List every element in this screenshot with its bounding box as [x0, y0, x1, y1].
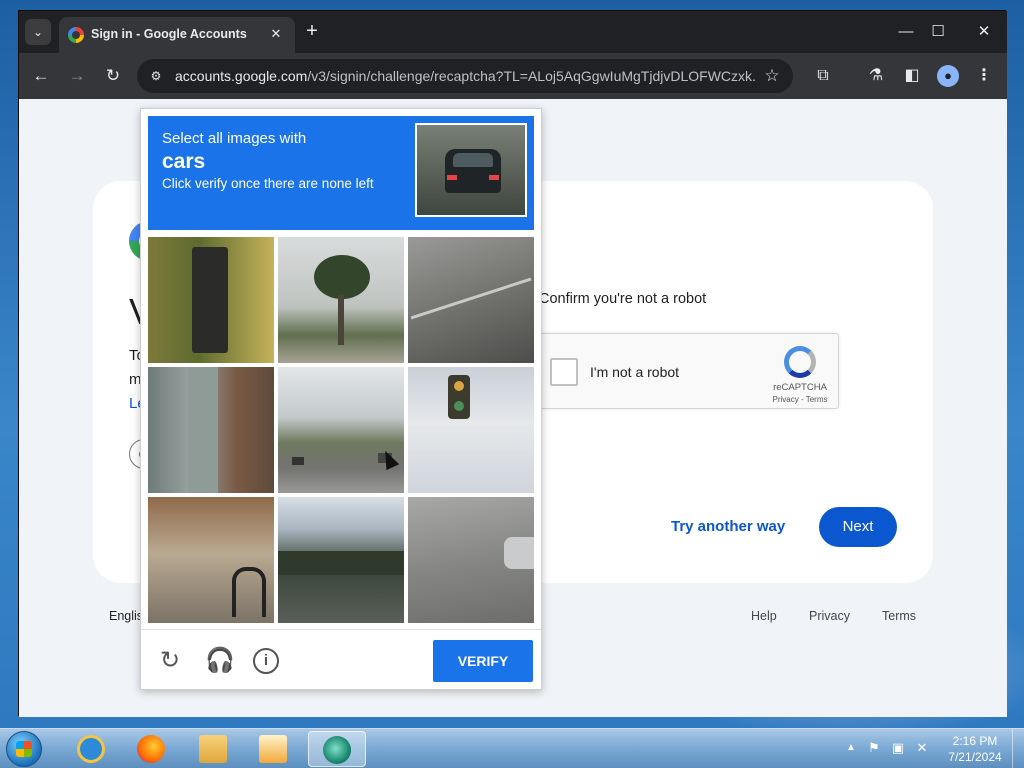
not-robot-label: I'm not a robot [590, 364, 680, 380]
taskbar: ▲ ⚑ ▣ ✕ 2:16 PM 7/21/2024 [0, 728, 1024, 768]
firefox-icon [137, 735, 165, 763]
challenge-tile-6[interactable] [408, 367, 534, 493]
media-player-icon [259, 735, 287, 763]
tile-wire [410, 277, 532, 320]
tile-palm-trunk [338, 295, 344, 345]
footer-privacy-link[interactable]: Privacy [809, 609, 850, 623]
address-bar[interactable]: ⚙ accounts.google.com/v3/signin/challeng… [137, 59, 793, 93]
tile-palm-tree [314, 255, 370, 299]
tile-distant-car [292, 457, 304, 465]
challenge-sample-image [415, 123, 527, 217]
challenge-instruction: Select all images with [162, 130, 307, 147]
minimize-button[interactable]: — [891, 19, 921, 45]
action-center-flag-icon[interactable]: ⚑ [866, 740, 882, 756]
url-text[interactable]: accounts.google.com/v3/signin/challenge/… [175, 68, 755, 84]
url-path: /v3/signin/challenge/recaptcha?TL=ALoj5A… [307, 68, 755, 84]
taskbar-file-explorer[interactable] [186, 731, 240, 767]
sample-car-window [453, 153, 493, 167]
clock-time[interactable]: 2:16 PM [948, 734, 1002, 748]
traffic-bulb [454, 401, 464, 411]
taskbar-active-app[interactable] [308, 731, 366, 767]
tile-bike-rack [232, 567, 266, 617]
browser-toolbar: ← → ↻ ⚙ accounts.google.com/v3/signin/ch… [19, 53, 1007, 99]
tile-car-partial [504, 537, 534, 569]
internet-explorer-icon [77, 735, 105, 763]
url-host: accounts.google.com [175, 68, 308, 84]
bookmark-star-icon[interactable]: ☆ [761, 65, 783, 87]
recaptcha-privacy-terms[interactable]: Privacy - Terms [758, 395, 842, 404]
try-another-way-link[interactable]: Try another way [671, 518, 785, 535]
extensions-icon[interactable]: ⧉ [812, 65, 834, 87]
reload-button[interactable]: ↻ [101, 64, 125, 88]
show-desktop-button[interactable] [1012, 729, 1024, 768]
challenge-tile-7[interactable] [148, 497, 274, 623]
volume-muted-icon[interactable]: ✕ [914, 740, 930, 756]
audio-challenge-icon[interactable]: 🎧 [205, 648, 235, 674]
robot-prompt: Confirm you're not a robot [539, 291, 707, 307]
challenge-tile-3[interactable] [408, 237, 534, 363]
reload-challenge-icon[interactable]: ↻ [157, 648, 183, 674]
recaptcha-challenge: Select all images with cars Click verify… [140, 108, 542, 690]
tile-overpass [278, 551, 404, 575]
challenge-tile-8[interactable] [278, 497, 404, 623]
sample-car-taillight [447, 175, 457, 180]
active-app-icon [323, 736, 351, 764]
challenge-tile-2[interactable] [278, 237, 404, 363]
taskbar-internet-explorer[interactable] [64, 731, 118, 767]
recaptcha-brand: reCAPTCHA [773, 382, 827, 393]
window-close-button[interactable]: ✕ [969, 19, 999, 45]
forward-button[interactable]: → [65, 64, 89, 88]
challenge-tile-5[interactable] [278, 367, 404, 493]
maximize-button[interactable]: ☐ [923, 19, 953, 45]
browser-menu-icon[interactable]: ⋮ [973, 65, 995, 87]
google-favicon-icon [68, 27, 84, 43]
labs-flask-icon[interactable]: ⚗ [865, 65, 887, 87]
new-tab-button[interactable]: + [301, 21, 323, 43]
start-button[interactable] [6, 731, 42, 767]
site-info-icon[interactable]: ⚙ [147, 67, 165, 85]
clock-date[interactable]: 7/21/2024 [942, 750, 1008, 764]
challenge-header: Select all images with cars Click verify… [148, 116, 534, 230]
tray-expand-icon[interactable]: ▲ [846, 742, 856, 753]
challenge-tile-1[interactable] [148, 237, 274, 363]
info-icon[interactable]: i [253, 648, 279, 674]
footer-terms-link[interactable]: Terms [882, 609, 916, 623]
challenge-tile-4[interactable] [148, 367, 274, 493]
tab-sign-in[interactable]: Sign in - Google Accounts ✕ [59, 17, 295, 53]
recaptcha-logo-icon [784, 346, 816, 378]
next-button[interactable]: Next [819, 507, 897, 547]
challenge-subinstruction: Click verify once there are none left [162, 176, 374, 191]
taskbar-firefox[interactable] [124, 731, 178, 767]
tile-traffic-light [448, 375, 470, 419]
sample-car-taillight [489, 175, 499, 180]
language-selector[interactable]: Englis [109, 609, 143, 623]
folder-icon [199, 735, 227, 763]
footer-help-link[interactable]: Help [751, 609, 777, 623]
tab-title: Sign in - Google Accounts [91, 27, 247, 41]
recaptcha-widget: I'm not a robot reCAPTCHA Privacy - Term… [537, 333, 839, 409]
tab-close-icon[interactable]: ✕ [267, 25, 285, 43]
not-robot-checkbox[interactable] [550, 358, 578, 386]
network-icon[interactable]: ▣ [890, 740, 906, 756]
challenge-footer: ↻ 🎧 i VERIFY [141, 629, 541, 689]
tab-strip: ⌄ Sign in - Google Accounts ✕ + — ☐ ✕ [19, 11, 1007, 53]
traffic-bulb [454, 381, 464, 391]
taskbar-media-player[interactable] [246, 731, 300, 767]
tile-sign-post [192, 247, 228, 353]
challenge-tile-9[interactable] [408, 497, 534, 623]
back-button[interactable]: ← [29, 64, 53, 88]
side-panel-icon[interactable]: ◧ [901, 65, 923, 87]
tab-search-icon[interactable]: ⌄ [25, 19, 51, 45]
challenge-target: cars [162, 150, 206, 173]
verify-button[interactable]: VERIFY [433, 640, 533, 682]
profile-avatar-icon[interactable]: ● [937, 65, 959, 87]
tile-utility-pole [188, 367, 218, 493]
